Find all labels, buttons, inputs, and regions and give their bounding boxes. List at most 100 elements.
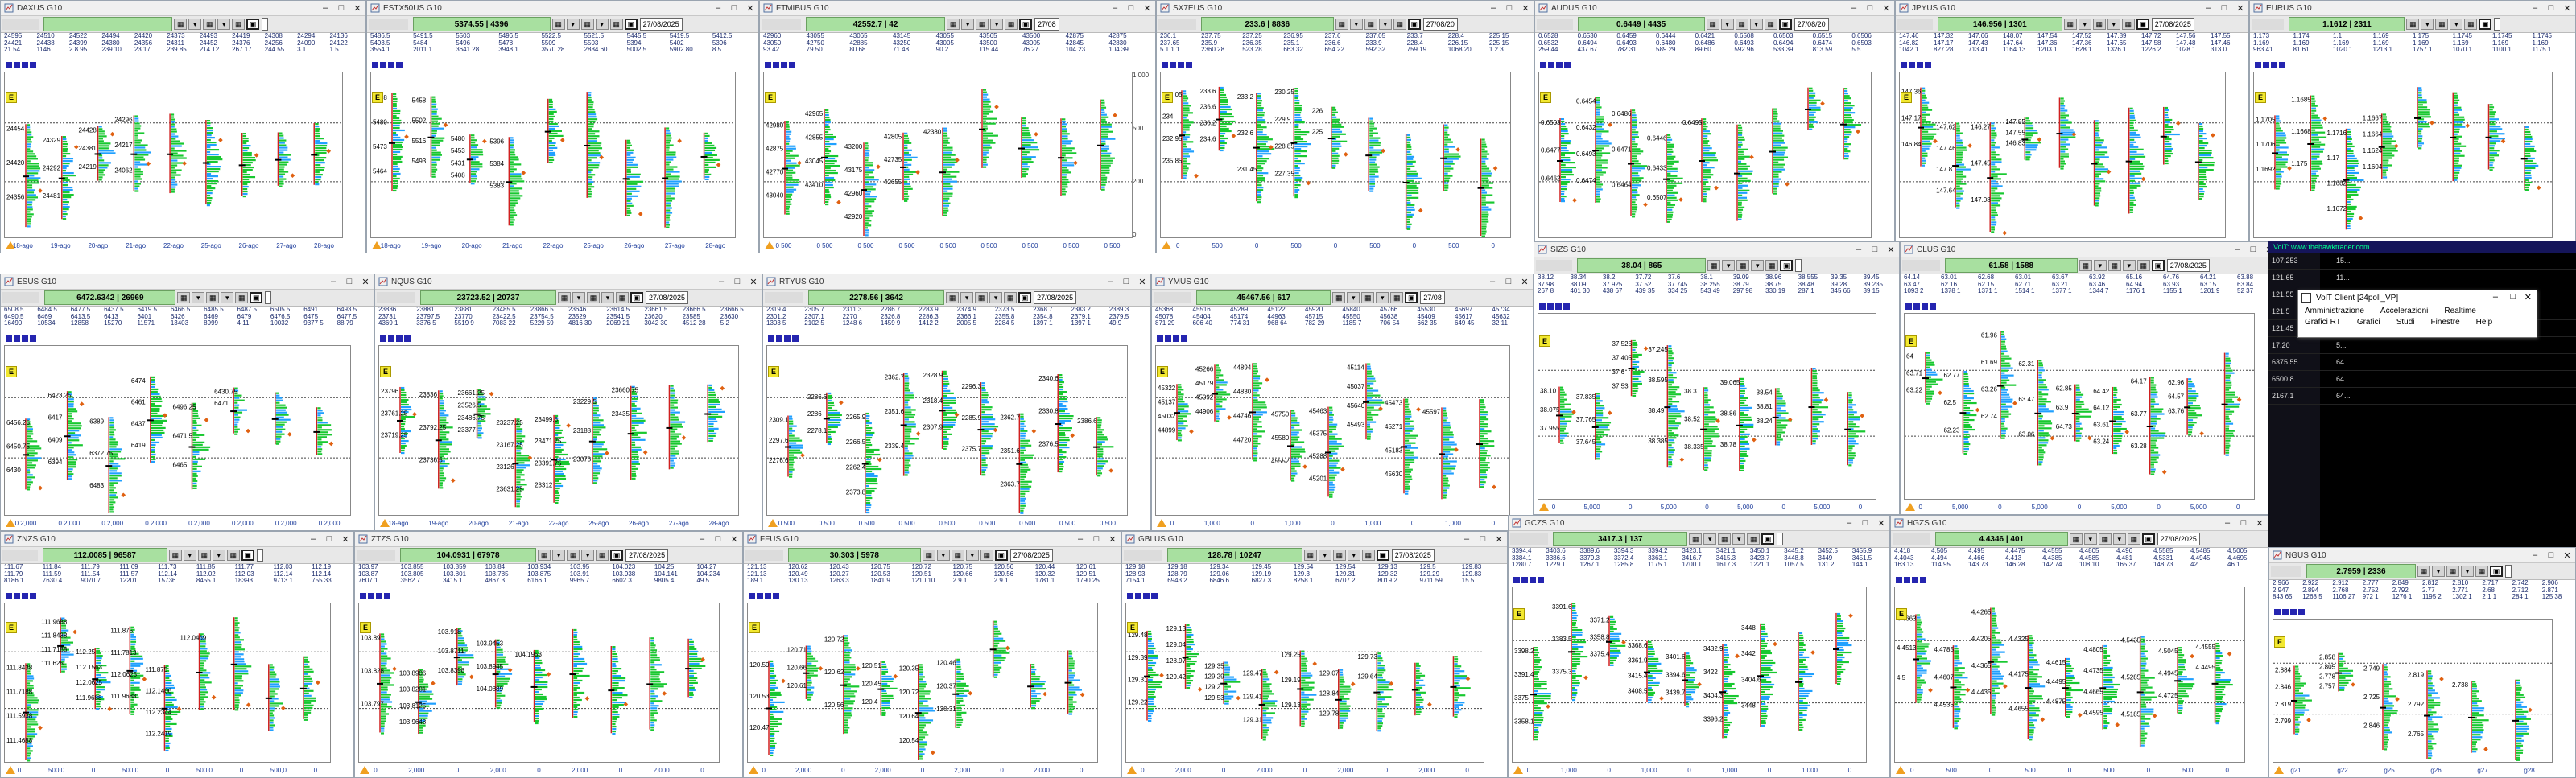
maximize-icon[interactable]: □ xyxy=(1501,3,1517,13)
dropdown-icon[interactable]: ▾ xyxy=(1722,260,1736,271)
chart-window-sil[interactable]: SIZS G10 – □ ✕ 38.04 | 865 ▦ ▾ ▦ ▾ ▦ ▣ 3… xyxy=(1534,241,1900,515)
date-field[interactable]: 27/08/20 xyxy=(1794,18,1829,31)
grid-icon[interactable]: ▦ xyxy=(609,19,623,30)
close-icon[interactable]: ✕ xyxy=(1517,277,1533,287)
window-titlebar[interactable]: AUDUS G10 – □ ✕ xyxy=(1535,1,1894,16)
grid-icon[interactable]: ▦ xyxy=(1735,19,1748,30)
profile-chart[interactable]: 24454 24420 24356 24329 24292 24481 24428 24381… xyxy=(4,72,343,238)
grid-icon[interactable]: ▦ xyxy=(587,292,600,303)
window-titlebar[interactable]: EURUS G10 – □ ✕ xyxy=(2250,1,2575,16)
grid-icon[interactable]: ▦ xyxy=(2464,19,2478,30)
symbol-selector[interactable] xyxy=(765,292,804,303)
dropdown-icon[interactable]: ▾ xyxy=(990,19,1004,30)
chart-window-sx7e[interactable]: SX7EUS G10 – □ ✕ 233.6 | 8836 ▦ ▾ ▦ ▾ ▦ … xyxy=(1156,0,1534,253)
date-field[interactable]: 27/08 xyxy=(1420,291,1445,304)
profile-chart[interactable]: 45322 45137 45032 44899 45266 45179 45092 44906… xyxy=(1155,345,1510,516)
symbol-selector[interactable] xyxy=(377,292,415,303)
maximize-icon[interactable]: □ xyxy=(341,277,357,286)
chart-window-aud[interactable]: AUDUS G10 – □ ✕ 0.6449 | 4435 ▦ ▾ ▦ ▾ ▦ … xyxy=(1534,0,1895,253)
grid-icon[interactable]: ▦ xyxy=(1332,292,1346,303)
dropdown-icon[interactable]: ▾ xyxy=(1720,19,1734,30)
grid-icon[interactable]: ▦ xyxy=(551,19,565,30)
grid-icon[interactable]: ▦ xyxy=(206,292,220,303)
grid-icon[interactable]: ▦ xyxy=(2092,19,2106,30)
minimize-icon[interactable]: – xyxy=(2200,3,2216,13)
grid-icon[interactable]: ▦ xyxy=(975,292,989,303)
close-icon[interactable]: ✕ xyxy=(357,277,374,287)
grid-icon[interactable]: ▦ xyxy=(1736,260,1750,271)
grid-icon[interactable]: ▦ xyxy=(174,19,188,30)
close-icon[interactable]: ✕ xyxy=(2559,3,2575,14)
dropdown-icon[interactable]: ▾ xyxy=(2450,19,2463,30)
profile-chart[interactable]: 42980 42875 42770 43040 42965 42855 43045 43410… xyxy=(763,72,1133,238)
chart-window-jpy[interactable]: JPYUS G10 – □ ✕ 146.956 | 1301 ▦ ▾ ▦ ▾ ▦… xyxy=(1895,0,2249,253)
profile-chart[interactable]: 38.10 38.075 37.955 37.835 37.765 37.645 37.52… xyxy=(1538,313,1876,500)
grid-icon[interactable]: ▦ xyxy=(235,292,249,303)
grid-icon[interactable]: ▦ xyxy=(1364,19,1377,30)
window-titlebar[interactable]: ESUS G10 – □ ✕ xyxy=(1,274,374,290)
symbol-selector[interactable] xyxy=(2252,19,2285,30)
dropdown-icon[interactable]: ▾ xyxy=(221,292,234,303)
target-icon[interactable]: ▣ xyxy=(2479,19,2492,30)
grid-icon[interactable]: ▦ xyxy=(2406,19,2420,30)
maximize-icon[interactable]: □ xyxy=(1501,277,1517,286)
dropdown-icon[interactable]: ▾ xyxy=(989,292,1003,303)
target-icon[interactable]: ▣ xyxy=(250,292,263,303)
dropdown-icon[interactable]: ▾ xyxy=(1749,19,1763,30)
dropdown-icon[interactable]: ▾ xyxy=(572,292,585,303)
window-titlebar[interactable]: SIZS G10 – □ ✕ xyxy=(1534,242,1899,257)
close-icon[interactable]: ✕ xyxy=(349,3,365,14)
maximize-icon[interactable]: □ xyxy=(726,3,742,13)
dropdown-icon[interactable]: ▾ xyxy=(961,19,975,30)
minimize-icon[interactable]: – xyxy=(1846,3,1862,13)
window-titlebar[interactable]: SX7EUS G10 – □ ✕ xyxy=(1157,1,1534,16)
grid-icon[interactable]: ▦ xyxy=(1707,260,1721,271)
close-icon[interactable]: ✕ xyxy=(1139,3,1155,14)
target-icon[interactable]: ▣ xyxy=(1018,292,1032,303)
chart-window-dax[interactable]: DAXUS G10 – □ ✕ ▦ ▾ ▦ ▾ ▦ ▣ 24595 24421 … xyxy=(0,0,366,253)
window-titlebar[interactable]: JPYUS G10 – □ ✕ xyxy=(1896,1,2248,16)
target-icon[interactable]: ▣ xyxy=(1019,19,1033,30)
date-field[interactable]: 27/08/2025 xyxy=(646,291,689,304)
close-icon[interactable]: ✕ xyxy=(2232,3,2248,14)
dropdown-icon[interactable]: ▾ xyxy=(2078,19,2091,30)
grid-icon[interactable]: ▦ xyxy=(2063,19,2077,30)
dropdown-icon[interactable]: ▾ xyxy=(188,19,202,30)
grid-icon[interactable]: ▦ xyxy=(1765,260,1779,271)
window-titlebar[interactable]: ESTX50US G10 – □ ✕ xyxy=(367,1,758,16)
profile-chart[interactable]: 23796 23761.25 23719.25 23836 23792.25 23736.… xyxy=(378,345,739,516)
chart-window-eur[interactable]: EURUS G10 – □ ✕ 1.1612 | 2311 ▦ ▾ ▦ ▾ ▦ … xyxy=(2249,0,2576,253)
window-titlebar[interactable]: NQUS G10 – □ ✕ xyxy=(375,274,762,290)
maximize-icon[interactable]: □ xyxy=(1862,3,1878,13)
grid-icon[interactable]: ▦ xyxy=(1005,19,1018,30)
grid-icon[interactable]: ▦ xyxy=(947,19,960,30)
target-icon[interactable]: ▣ xyxy=(630,292,643,303)
profile-chart[interactable]: 6456.25 6450.75 6430 6423.25 6417 6409 6394 638… xyxy=(4,345,351,516)
dropdown-icon[interactable]: ▾ xyxy=(566,19,580,30)
dropdown-icon[interactable]: ▾ xyxy=(192,292,205,303)
target-icon[interactable]: ▣ xyxy=(1405,292,1418,303)
grid-icon[interactable]: ▦ xyxy=(976,19,989,30)
minimize-icon[interactable]: – xyxy=(1102,277,1118,286)
symbol-selector[interactable] xyxy=(369,19,408,30)
minimize-icon[interactable]: – xyxy=(317,3,333,13)
symbol-selector[interactable] xyxy=(762,19,802,30)
minimize-icon[interactable]: – xyxy=(713,277,729,286)
dropdown-icon[interactable]: ▾ xyxy=(1347,292,1360,303)
target-icon[interactable]: ▣ xyxy=(2136,19,2149,30)
chart-window-ftmib[interactable]: FTMIBUS G10 – □ ✕ 42552.7 | 42 ▦ ▾ ▦ ▾ ▦… xyxy=(759,0,1156,253)
grid-icon[interactable]: ▦ xyxy=(1393,19,1406,30)
date-field[interactable] xyxy=(2494,18,2501,31)
dropdown-icon[interactable]: ▾ xyxy=(595,19,609,30)
maximize-icon[interactable]: □ xyxy=(729,277,745,286)
symbol-selector[interactable] xyxy=(2,292,40,303)
grid-icon[interactable]: ▦ xyxy=(1361,292,1375,303)
grid-icon[interactable]: ▦ xyxy=(580,19,594,30)
dropdown-icon[interactable]: ▾ xyxy=(2421,19,2434,30)
maximize-icon[interactable]: □ xyxy=(1123,3,1139,13)
grid-icon[interactable]: ▦ xyxy=(1004,292,1018,303)
symbol-selector[interactable] xyxy=(1158,19,1196,30)
dropdown-icon[interactable]: ▾ xyxy=(1349,19,1363,30)
symbol-selector[interactable] xyxy=(2,19,39,30)
date-field[interactable] xyxy=(262,18,269,31)
